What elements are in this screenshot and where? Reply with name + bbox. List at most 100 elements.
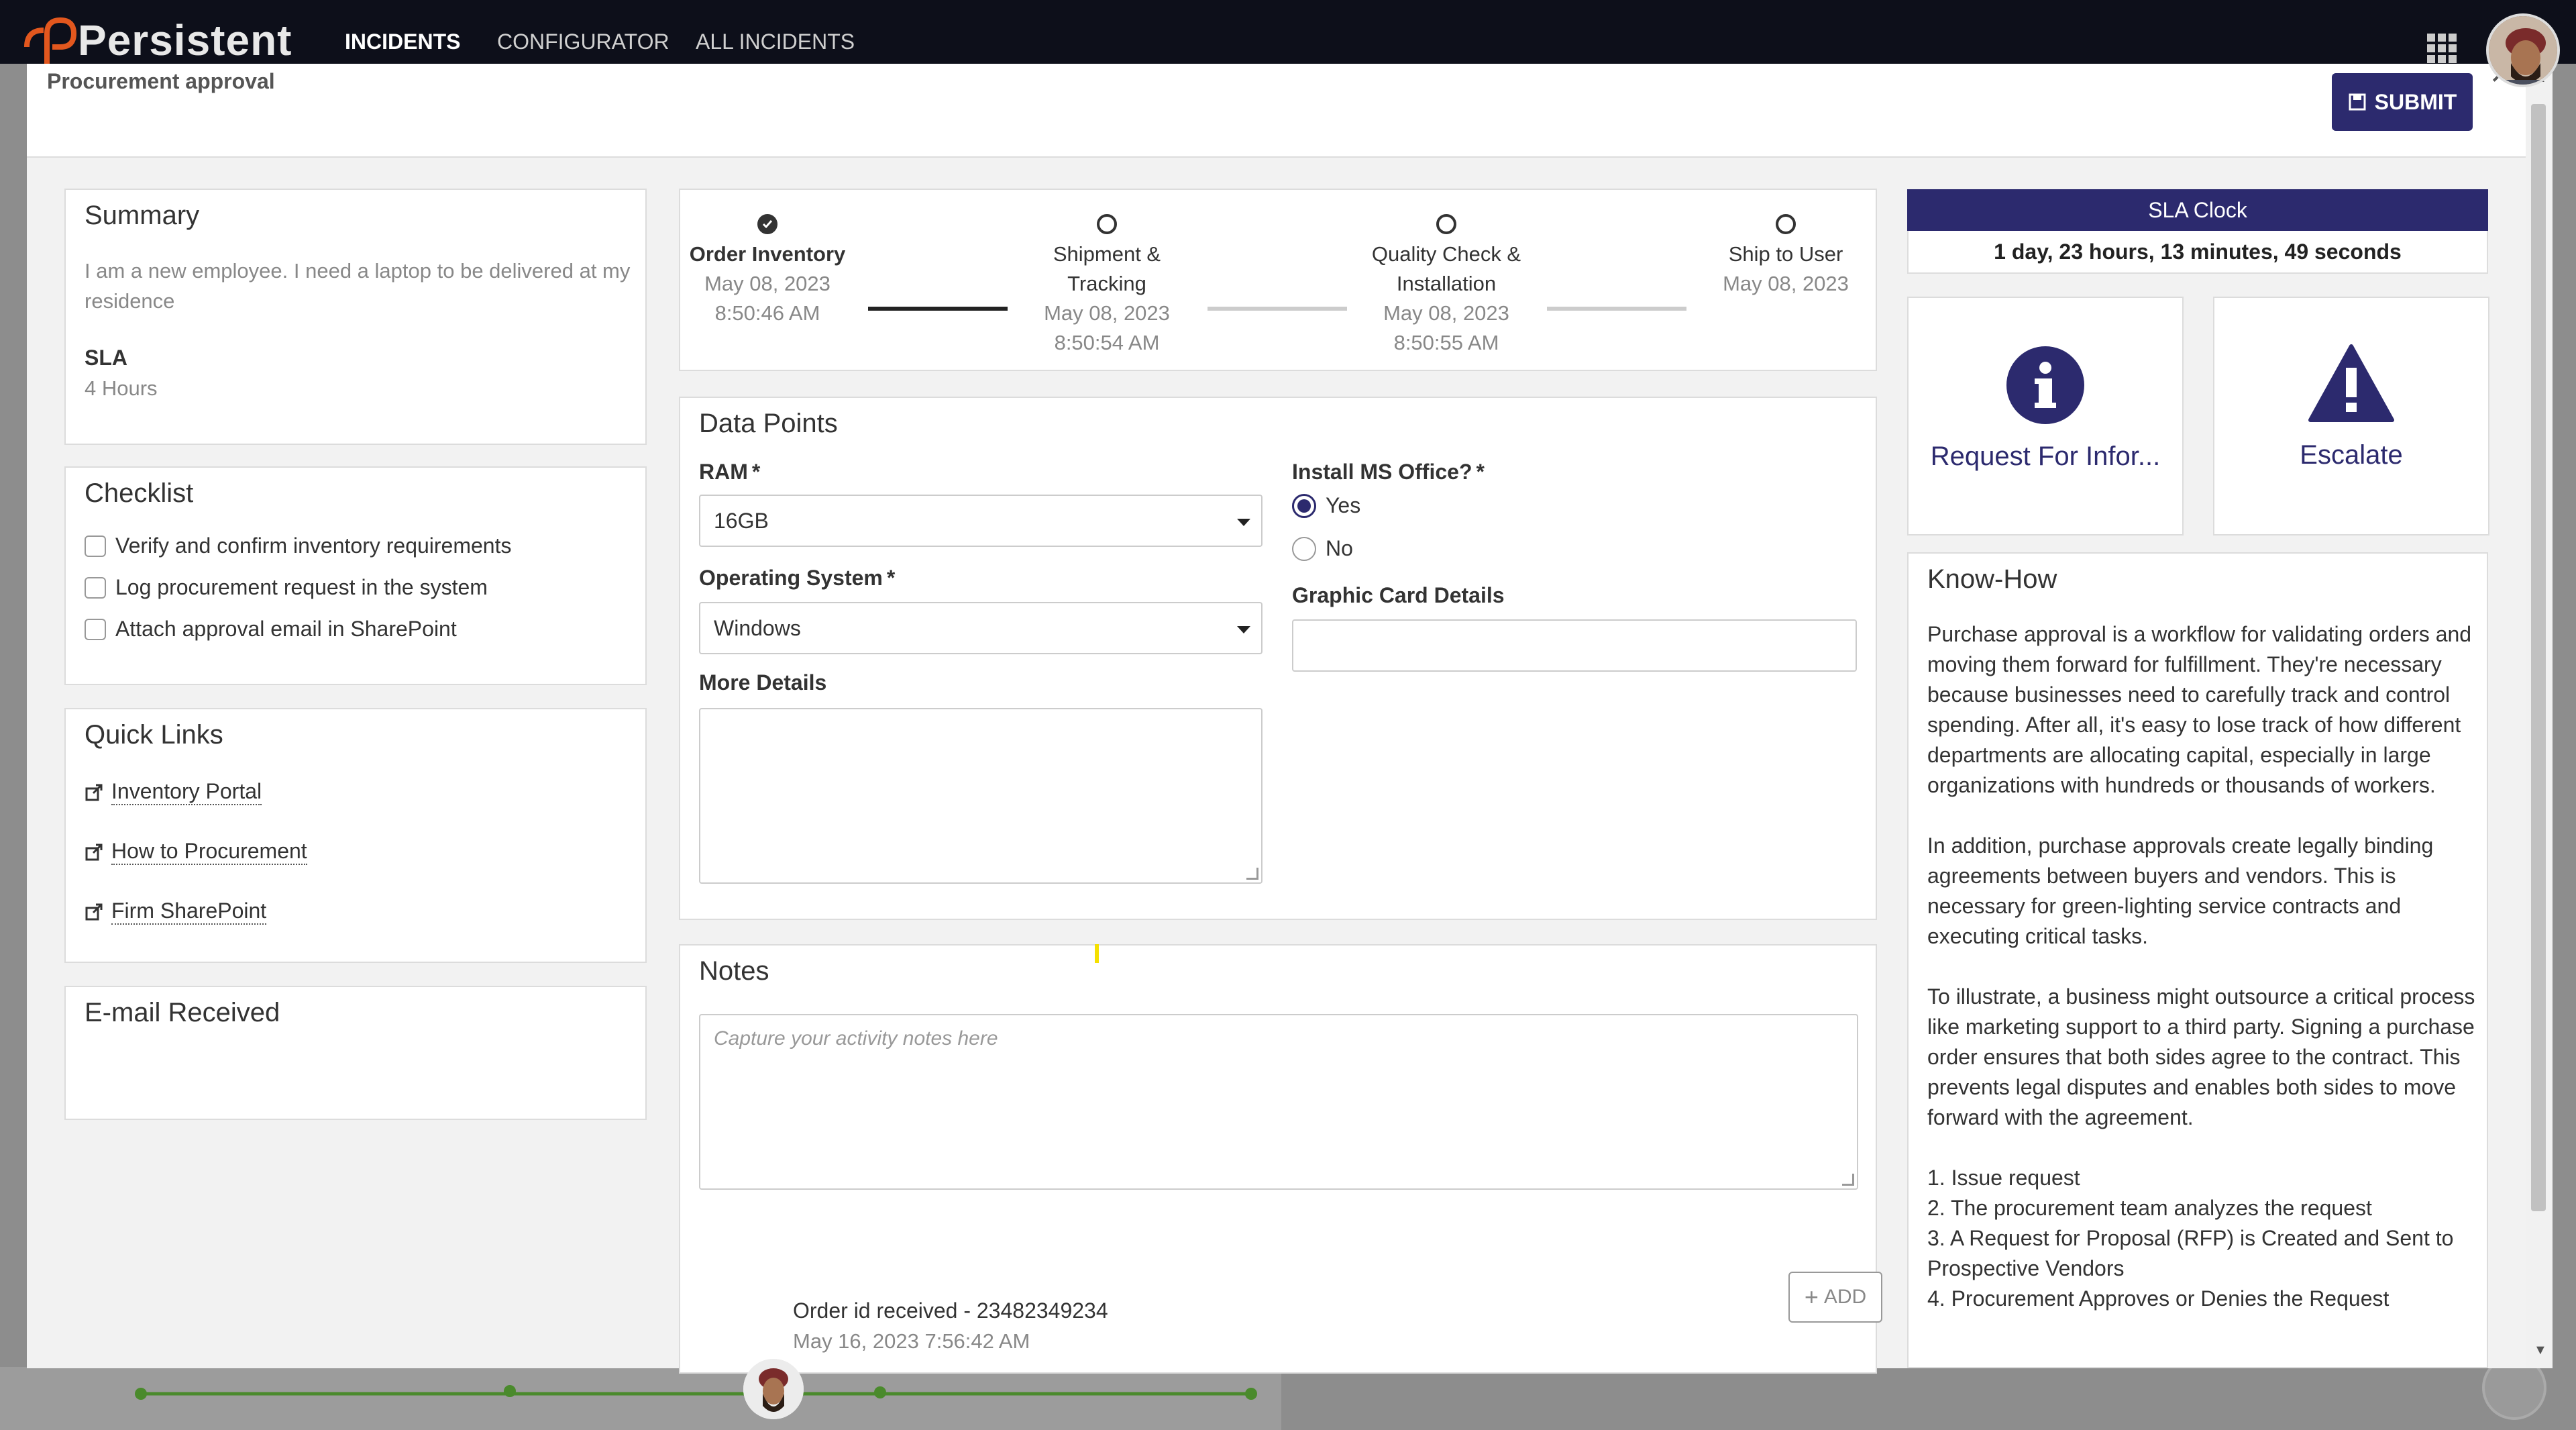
email-received-heading: E-mail Received [85, 998, 280, 1027]
step-title: Quality Check & Installation [1371, 242, 1521, 295]
step-quality-check[interactable]: Quality Check & Installation May 08, 202… [1359, 214, 1534, 358]
checkbox[interactable] [85, 576, 106, 599]
brand-name: Persistent [78, 16, 292, 64]
ms-office-yes-radio[interactable]: Yes [1292, 493, 1360, 518]
radio-selected-icon[interactable] [1292, 493, 1316, 518]
nav-configurator[interactable]: CONFIGURATOR [497, 30, 669, 54]
more-details-textarea[interactable] [699, 708, 1263, 884]
step-date: May 08, 2023 [1723, 272, 1849, 295]
quick-links-card: Quick Links Inventory Portal How to Proc… [64, 708, 647, 963]
sla-clock-remaining: 1 day, 23 hours, 13 minutes, 49 seconds [1907, 231, 2488, 274]
know-how-card: Know-How Purchase approval is a workflow… [1907, 552, 2488, 1368]
checklist-heading: Checklist [85, 478, 194, 508]
notes-placeholder: Capture your activity notes here [714, 1027, 998, 1050]
graphic-card-label: Graphic Card Details [1292, 583, 1505, 607]
quick-link-firm-sharepoint[interactable]: Firm SharePoint [85, 899, 267, 925]
quick-link-how-to-procurement[interactable]: How to Procurement [85, 839, 307, 865]
quick-links-heading: Quick Links [85, 720, 223, 750]
os-label: Operating System * [699, 566, 896, 590]
step-order-inventory[interactable]: Order Inventory May 08, 2023 8:50:46 AM [680, 214, 855, 328]
checkbox[interactable] [85, 618, 106, 640]
step-ship-to-user[interactable]: Ship to User May 08, 2023 [1699, 214, 1873, 299]
know-how-body: Purchase approval is a workflow for vali… [1927, 619, 2477, 1314]
summary-text: I am a new employee. I need a laptop to … [85, 259, 631, 313]
sla-label: SLA [85, 346, 127, 370]
ram-select[interactable]: 16GB [699, 495, 1263, 547]
external-link-icon [85, 784, 103, 801]
modal-scrollbar[interactable]: ▲ ▼ [2526, 64, 2553, 1368]
radio-empty-icon[interactable] [1292, 536, 1316, 561]
more-details-label: More Details [699, 670, 827, 695]
checklist-item[interactable]: Attach approval email in SharePoint [85, 617, 457, 642]
persistent-logo-icon [24, 17, 77, 64]
resize-handle-icon[interactable] [1842, 1174, 1854, 1186]
data-points-card: Data Points RAM * 16GB Operating System * … [679, 397, 1877, 920]
step-date: May 08, 2023 [1383, 301, 1509, 325]
progress-stepper: Order Inventory May 08, 2023 8:50:46 AM … [679, 189, 1877, 371]
data-points-heading: Data Points [699, 409, 838, 438]
request-info-label: Request For Infor... [1930, 442, 2161, 471]
nav-incidents[interactable]: INCIDENTS [345, 30, 460, 54]
cursor-marker [1095, 944, 1099, 963]
nav-all-incidents[interactable]: ALL INCIDENTS [696, 30, 855, 54]
submit-button[interactable]: SUBMIT [2332, 73, 2473, 131]
ram-label: RAM * [699, 460, 761, 484]
procurement-modal: Procurement approval SUBMIT × ▲ ▼ Summar… [27, 54, 2553, 1419]
step-time: 8:50:55 AM [1393, 331, 1499, 354]
dropdown-caret-icon [1237, 626, 1250, 633]
save-icon [2349, 93, 2366, 111]
notes-heading: Notes [699, 956, 769, 986]
background-chart-svg [135, 1385, 1257, 1400]
request-info-button[interactable]: Request For Infor... [1907, 297, 2184, 535]
os-select[interactable]: Windows [699, 602, 1263, 654]
step-title: Order Inventory [689, 242, 846, 266]
dropdown-caret-icon [1237, 519, 1250, 526]
list-item: 2. The procurement team analyzes the req… [1927, 1196, 2372, 1220]
summary-card: Summary I am a new employee. I need a la… [64, 189, 647, 445]
step-connector [1547, 307, 1686, 311]
step-time: 8:50:54 AM [1054, 331, 1160, 354]
checklist-card: Checklist Verify and confirm inventory r… [64, 466, 647, 685]
check-circle-icon [757, 214, 777, 234]
step-title: Ship to User [1728, 242, 1843, 266]
note-entry-time: May 16, 2023 7:56:42 AM [793, 1329, 1030, 1353]
know-how-paragraph: Purchase approval is a workflow for vali… [1927, 622, 2472, 797]
note-entry-text: Order id received - 23482349234 [793, 1298, 1108, 1323]
checklist-item[interactable]: Log procurement request in the system [85, 575, 488, 600]
warning-triangle-icon [2308, 344, 2394, 422]
user-avatar[interactable] [2486, 13, 2560, 87]
empty-circle-icon [1776, 214, 1796, 234]
ms-office-no-radio[interactable]: No [1292, 536, 1353, 561]
background-line-chart [0, 1367, 1281, 1430]
list-item: 1. Issue request [1927, 1166, 2080, 1190]
know-how-paragraph: In addition, purchase approvals create l… [1927, 833, 2434, 948]
list-item: 3. A Request for Proposal (RFP) is Creat… [1927, 1226, 2454, 1280]
modal-header: Procurement approval SUBMIT × [27, 54, 2526, 158]
add-note-button[interactable]: + ADD [1788, 1272, 1882, 1323]
scrollbar-thumb[interactable] [2531, 104, 2546, 1211]
resize-handle-icon[interactable] [1246, 868, 1258, 880]
info-circle-icon [2006, 346, 2084, 424]
escalate-label: Escalate [2300, 440, 2403, 470]
email-received-card: E-mail Received [64, 986, 647, 1120]
notes-textarea[interactable]: Capture your activity notes here [699, 1014, 1858, 1190]
step-date: May 08, 2023 [1044, 301, 1170, 325]
know-how-steps-list: 1. Issue request 2. The procurement team… [1927, 1163, 2477, 1314]
external-link-icon [85, 903, 103, 920]
checkbox[interactable] [85, 535, 106, 557]
list-item: 4. Procurement Approves or Denies the Re… [1927, 1286, 2390, 1311]
step-shipment-tracking[interactable]: Shipment & Tracking May 08, 2023 8:50:54… [1020, 214, 1194, 358]
top-navbar: Persistent INCIDENTS CONFIGURATOR ALL IN… [0, 0, 2576, 64]
quick-link-inventory-portal[interactable]: Inventory Portal [85, 779, 262, 805]
sla-clock-heading: SLA Clock [1907, 189, 2488, 231]
scroll-down-arrow-icon[interactable]: ▼ [2534, 1343, 2547, 1358]
empty-circle-icon [1097, 214, 1117, 234]
brand-logo[interactable]: Persistent [20, 13, 292, 67]
checklist-item[interactable]: Verify and confirm inventory requirement… [85, 533, 511, 558]
escalate-button[interactable]: Escalate [2213, 297, 2489, 535]
step-title: Shipment & Tracking [1053, 242, 1161, 295]
empty-circle-icon [1436, 214, 1456, 234]
apps-grid-icon[interactable] [2427, 34, 2459, 63]
graphic-card-input[interactable] [1292, 619, 1857, 672]
submit-label: SUBMIT [2374, 89, 2457, 114]
